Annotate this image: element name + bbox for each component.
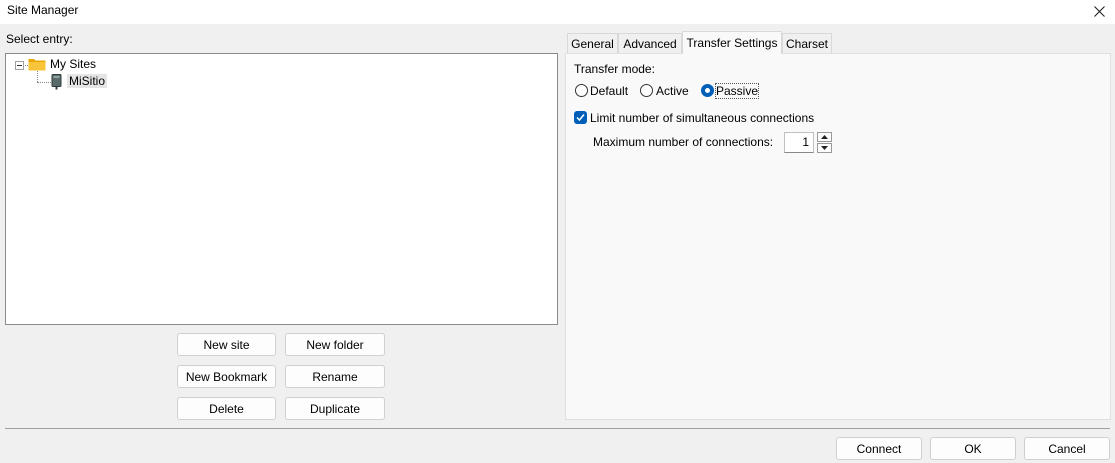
new-bookmark-button[interactable]: New Bookmark (177, 365, 276, 388)
radio-default-label[interactable]: Default (590, 84, 628, 98)
select-entry-label: Select entry: (6, 32, 73, 46)
transfer-mode-label: Transfer mode: (574, 62, 655, 76)
close-icon (1093, 5, 1105, 17)
radio-active[interactable] (640, 84, 653, 97)
title-bar: Site Manager (0, 0, 1115, 24)
rename-button[interactable]: Rename (285, 365, 385, 388)
tree-item-my-sites[interactable]: My Sites (50, 57, 96, 71)
chevron-down-icon (821, 146, 828, 150)
new-site-button[interactable]: New site (177, 333, 276, 356)
server-icon (51, 74, 62, 90)
transfer-settings-panel (565, 53, 1111, 420)
max-connections-input[interactable]: 1 (784, 132, 814, 153)
close-button[interactable] (1083, 0, 1115, 22)
radio-passive[interactable] (701, 84, 714, 97)
tree-connector (37, 82, 51, 83)
tab-transfer-settings[interactable]: Transfer Settings (682, 31, 782, 54)
tab-general[interactable]: General (567, 33, 618, 54)
new-folder-button[interactable]: New folder (285, 333, 385, 356)
radio-passive-label[interactable]: Passive (714, 83, 760, 99)
duplicate-button[interactable]: Duplicate (285, 397, 385, 420)
footer-separator (5, 428, 1110, 429)
spin-down-button[interactable] (817, 143, 832, 153)
max-connections-label: Maximum number of connections: (593, 135, 774, 149)
tab-advanced[interactable]: Advanced (618, 33, 682, 54)
tree-item-misitio[interactable]: MiSitio (67, 74, 108, 88)
tab-charset[interactable]: Charset (782, 33, 832, 54)
radio-default[interactable] (575, 84, 588, 97)
limit-connections-checkbox[interactable] (574, 111, 587, 124)
spin-up-button[interactable] (817, 132, 832, 142)
site-tree[interactable]: My Sites MiSitio (5, 53, 558, 325)
tree-connector (37, 71, 38, 82)
chevron-up-icon (821, 135, 828, 139)
cancel-button[interactable]: Cancel (1024, 437, 1110, 460)
collapse-icon[interactable] (15, 61, 24, 70)
checkmark-icon (576, 114, 585, 122)
connect-button[interactable]: Connect (836, 437, 922, 460)
folder-icon (28, 59, 46, 71)
limit-connections-label[interactable]: Limit number of simultaneous connections (590, 111, 814, 125)
window-title: Site Manager (7, 3, 79, 17)
ok-button[interactable]: OK (930, 437, 1016, 460)
delete-button[interactable]: Delete (177, 397, 276, 420)
radio-active-label[interactable]: Active (656, 84, 689, 98)
